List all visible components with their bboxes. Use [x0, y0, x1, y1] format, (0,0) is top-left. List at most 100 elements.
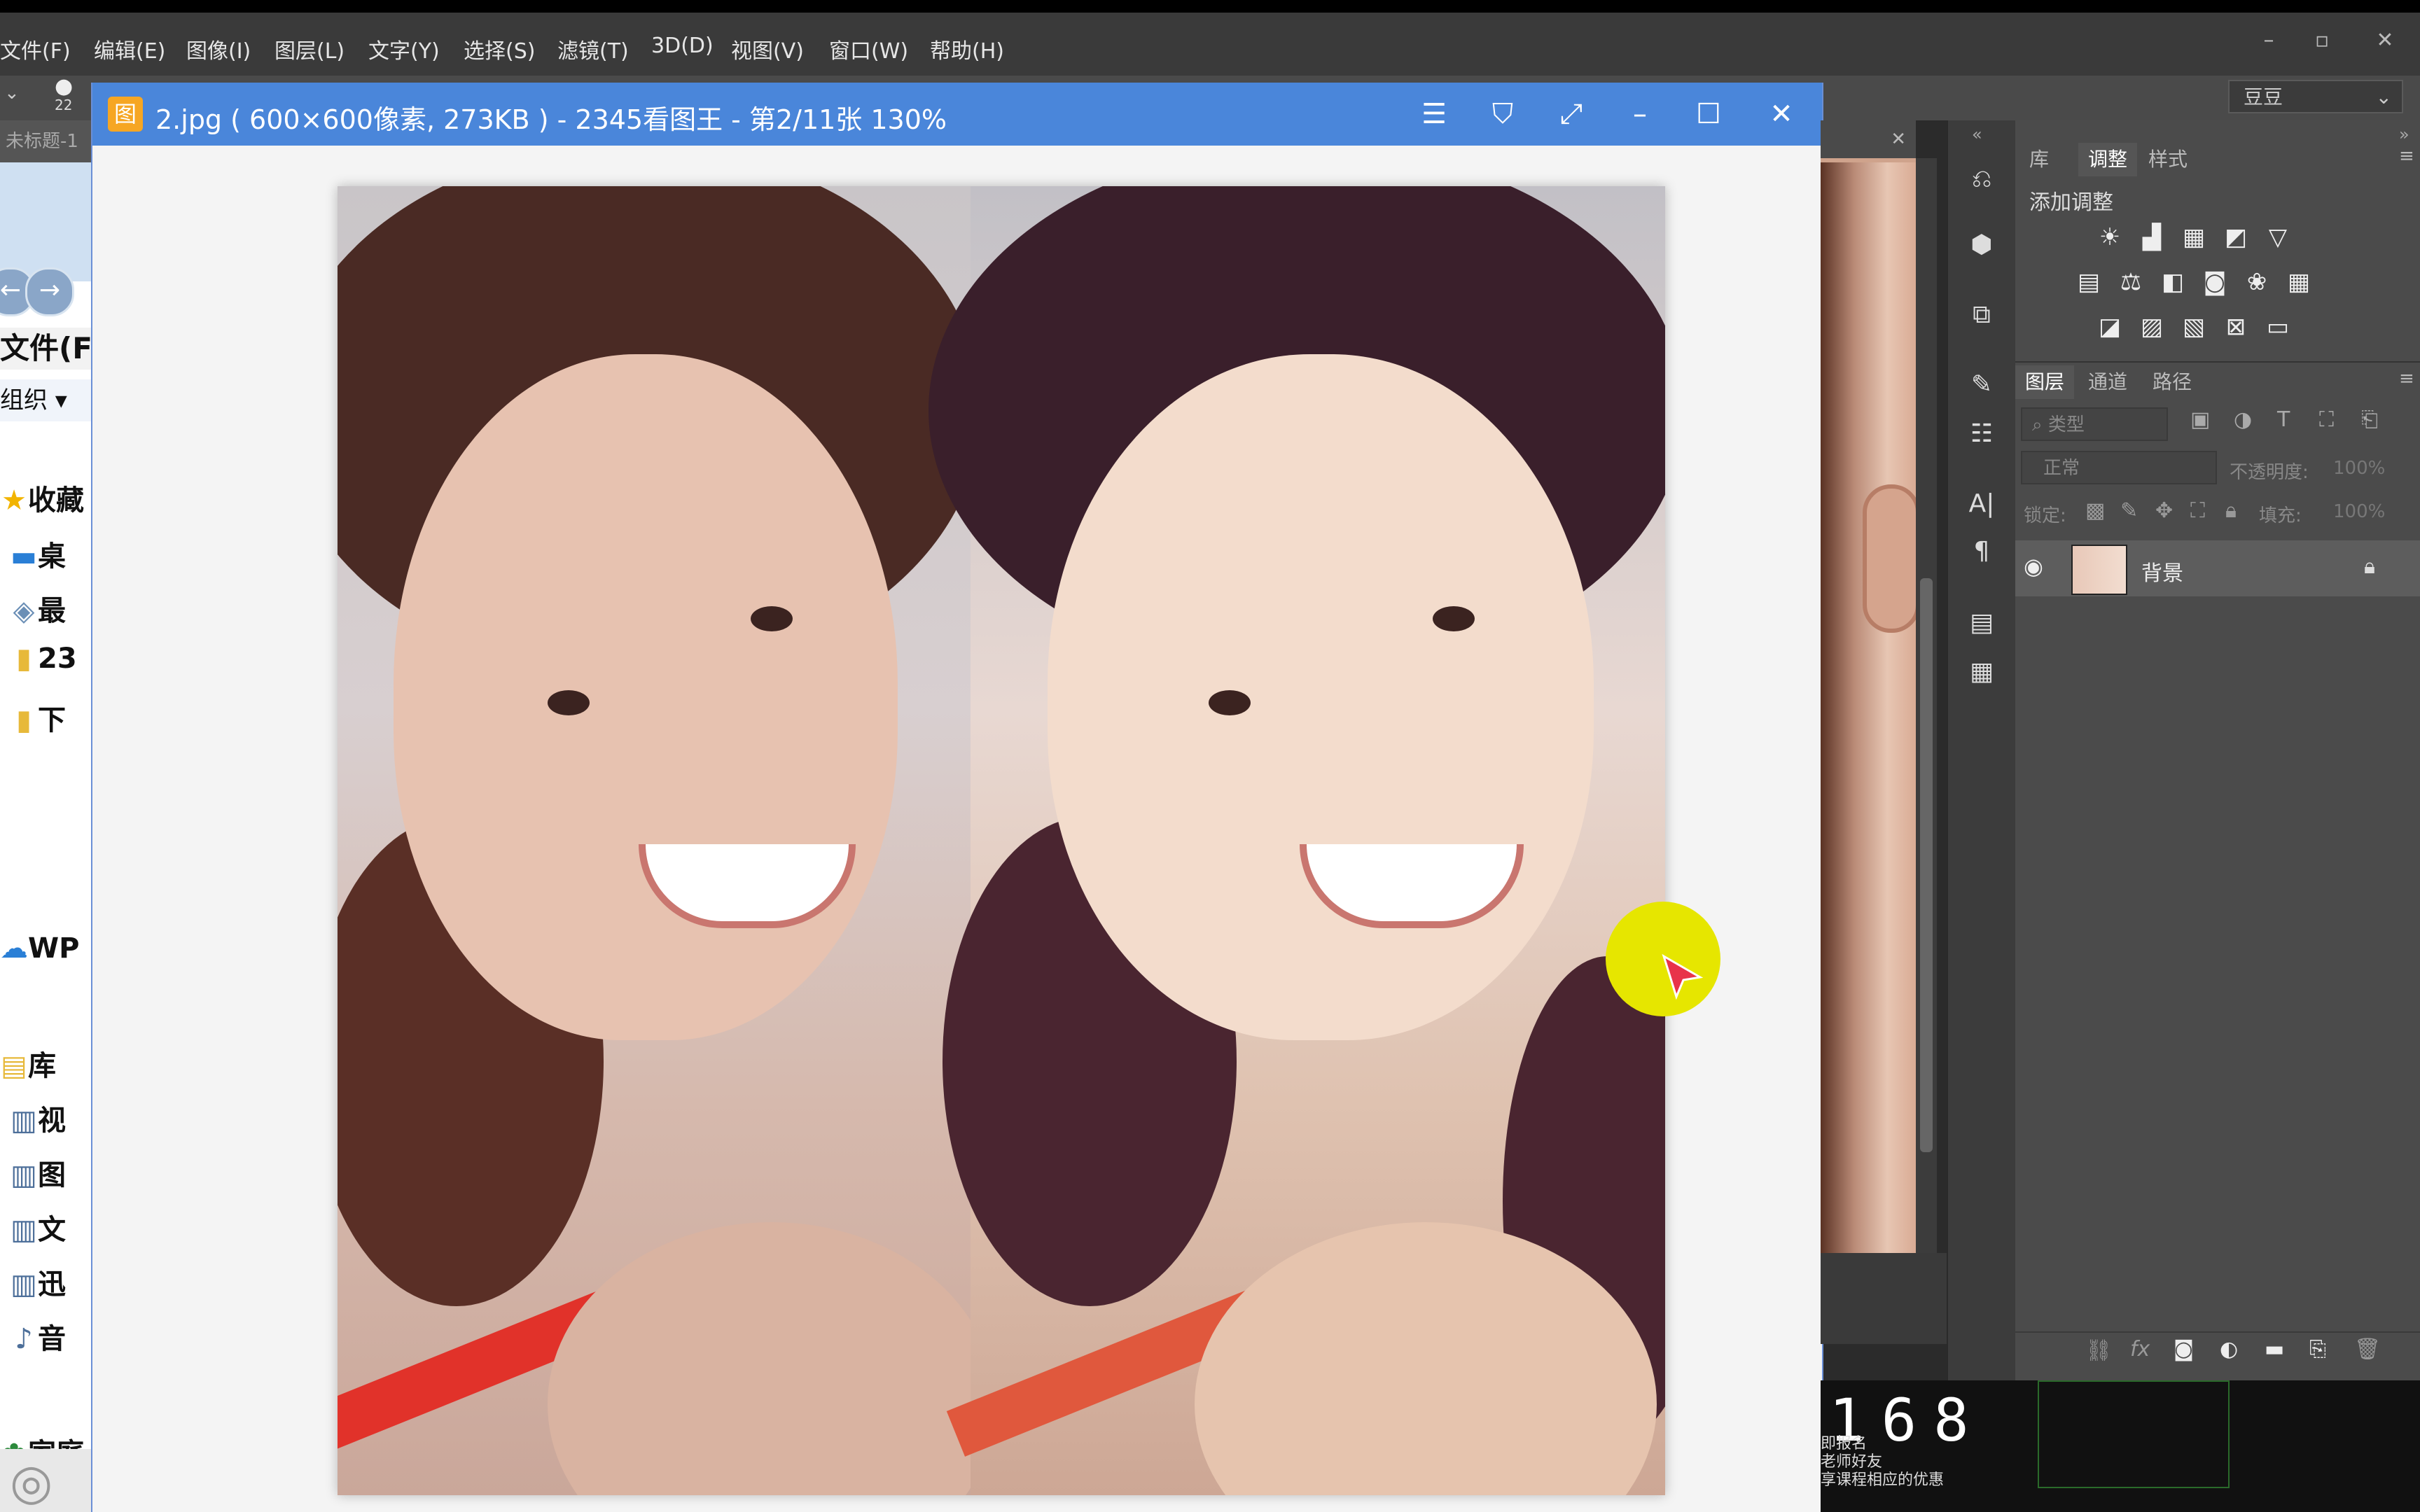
lock-artboard-icon[interactable]: ⛶: [2190, 498, 2205, 523]
tab-adjustments[interactable]: 调整: [2078, 143, 2138, 176]
tree-item-folder-23[interactable]: ▮ 23: [10, 643, 77, 675]
tree-item-pictures[interactable]: ▥图: [10, 1152, 66, 1193]
close-icon[interactable]: ✕: [1891, 129, 1906, 150]
scrollbar-thumb[interactable]: [1920, 578, 1933, 1152]
expand-icon[interactable]: »: [2399, 125, 2409, 144]
filter-type-icon[interactable]: T: [2277, 407, 2290, 432]
menu-edit[interactable]: 编辑(E): [94, 34, 165, 64]
maximize-icon[interactable]: ☐: [1686, 92, 1731, 136]
preset-select[interactable]: 豆豆 ⌄: [2228, 80, 2403, 113]
paragraph-icon[interactable]: ¶: [1961, 532, 2003, 571]
tab-layers[interactable]: 图层: [2015, 365, 2075, 399]
tab-libraries[interactable]: 库: [2029, 143, 2049, 176]
brightness-icon[interactable]: ☀: [2094, 221, 2126, 253]
panel-menu-icon[interactable]: ≡: [2399, 146, 2414, 167]
filter-shape-icon[interactable]: ⛶: [2319, 407, 2334, 432]
tree-item-music[interactable]: ♪ 音: [10, 1316, 66, 1357]
fx-icon[interactable]: fx: [2130, 1337, 2150, 1362]
brush-preview-icon[interactable]: ●: [55, 74, 73, 99]
filter-adjustment-icon[interactable]: ◑: [2234, 407, 2252, 432]
tree-item-downloads[interactable]: ▮ 下: [10, 697, 66, 738]
menu-file[interactable]: 文件(F): [0, 34, 71, 64]
history-icon[interactable]: ⎌: [1961, 160, 2003, 199]
menu-select[interactable]: 选择(S): [464, 34, 535, 64]
organize-button[interactable]: 组织 ▾: [0, 379, 91, 421]
exposure-icon[interactable]: ◩: [2220, 221, 2252, 253]
close-icon[interactable]: ✕: [1759, 92, 1804, 136]
levels-icon[interactable]: ▟: [2136, 221, 2168, 253]
character-icon[interactable]: A|: [1961, 484, 2003, 524]
tree-item-libraries[interactable]: ▤库: [0, 1043, 56, 1084]
menu-type[interactable]: 文字(Y): [368, 34, 440, 64]
displayed-image[interactable]: [338, 186, 1665, 1495]
tree-item-documents[interactable]: ▥文: [10, 1207, 66, 1247]
add-mask-icon[interactable]: ◙: [2174, 1337, 2194, 1362]
tree-item-desktop[interactable]: ▬桌: [10, 533, 66, 574]
layers-menu-icon[interactable]: ≡: [2399, 368, 2414, 389]
layer-row-background[interactable]: ◉ 背景 🔒︎: [2015, 540, 2420, 596]
menu-help[interactable]: 帮助(H): [930, 34, 1004, 64]
clone-source-icon[interactable]: ▤: [1961, 603, 2003, 643]
explorer-menu-file[interactable]: 文件(F): [0, 328, 91, 370]
new-adjustment-layer-icon[interactable]: ◐: [2220, 1337, 2238, 1362]
menu-view[interactable]: 视图(V): [731, 34, 804, 64]
invert-icon[interactable]: ◪: [2094, 311, 2126, 343]
new-layer-icon[interactable]: ⎘: [2309, 1337, 2326, 1362]
brush-icon[interactable]: ✎: [1961, 365, 2003, 405]
lock-paint-icon[interactable]: ✎: [2120, 498, 2138, 523]
hue-saturation-icon[interactable]: ▤: [2073, 266, 2105, 298]
ps-close-icon[interactable]: ✕: [2364, 28, 2406, 56]
link-layers-icon[interactable]: ⛓: [2085, 1338, 2112, 1363]
canvas-scrollbar[interactable]: [1916, 158, 1937, 1341]
menu-3d[interactable]: 3D(D): [651, 34, 714, 58]
collapse-icon[interactable]: «: [1972, 125, 1982, 144]
lock-move-icon[interactable]: ✥: [2155, 498, 2173, 523]
vibrance-icon[interactable]: ▽: [2262, 221, 2294, 253]
trash-icon[interactable]: 🗑︎: [2354, 1337, 2381, 1362]
ps-document-tab[interactable]: 未标题-1: [0, 120, 91, 162]
menu-image[interactable]: 图像(I): [186, 34, 251, 64]
3d-icon[interactable]: ⬢: [1961, 225, 2003, 265]
selective-color-icon[interactable]: ⊠: [2220, 311, 2252, 343]
tree-item-wps-cloud[interactable]: ☁WP: [0, 932, 79, 965]
blend-mode-select[interactable]: 正常: [2021, 451, 2217, 484]
tree-item-videos[interactable]: ▥视: [10, 1098, 66, 1138]
color-balance-icon[interactable]: ⚖: [2115, 266, 2147, 298]
lock-all-icon[interactable]: 🔒︎: [2225, 498, 2237, 523]
tab-paths[interactable]: 路径: [2153, 365, 2192, 399]
ps-canvas[interactable]: [1821, 120, 1916, 1253]
menu-window[interactable]: 窗口(W): [829, 34, 908, 64]
skin-shirt-icon[interactable]: ⛉: [1480, 92, 1525, 136]
ps-restore-icon[interactable]: ▫: [2301, 28, 2343, 56]
filter-pixel-icon[interactable]: ▣: [2190, 407, 2210, 432]
eye-visibility-icon[interactable]: ◉: [2024, 553, 2043, 580]
ps-minimize-icon[interactable]: –: [2248, 28, 2290, 56]
tab-channels[interactable]: 通道: [2088, 365, 2127, 399]
curves-icon[interactable]: ▦: [2178, 221, 2210, 253]
navigator-icon[interactable]: ⧉: [1961, 295, 2003, 335]
tree-item-recent[interactable]: ◈ 最: [10, 588, 66, 629]
tab-styles[interactable]: 样式: [2148, 143, 2188, 176]
fill-value[interactable]: 100%: [2333, 501, 2385, 522]
minimize-icon[interactable]: –: [1618, 92, 1662, 136]
posterize-icon[interactable]: ▨: [2136, 311, 2168, 343]
fullscreen-icon[interactable]: ⤢: [1549, 92, 1594, 136]
menu-filter[interactable]: 滤镜(T): [557, 34, 629, 64]
tree-item-xunlei[interactable]: ▥迅: [10, 1261, 66, 1302]
photo-filter-icon[interactable]: ◙: [2199, 266, 2231, 298]
color-lookup-icon[interactable]: ▦: [2283, 266, 2315, 298]
ps-doc-tab-close[interactable]: ✕: [1821, 120, 1916, 158]
filter-smart-object-icon[interactable]: ⎗: [2361, 407, 2378, 432]
taskbar-thumbnail[interactable]: ◎: [0, 1449, 91, 1512]
threshold-icon[interactable]: ▧: [2178, 311, 2210, 343]
gradient-map-icon[interactable]: ▭: [2262, 311, 2294, 343]
notes-icon[interactable]: ▦: [1961, 652, 2003, 692]
menu-icon[interactable]: ☰: [1412, 92, 1456, 136]
black-white-icon[interactable]: ◧: [2157, 266, 2189, 298]
viewer-titlebar[interactable]: 图 2.jpg ( 600×600像素, 273KB ) - 2345看图王 -…: [92, 83, 1822, 146]
tree-item-favorites[interactable]: ★收藏: [0, 477, 84, 518]
new-group-icon[interactable]: ▬: [2265, 1337, 2284, 1362]
filter-kind-select[interactable]: ⌕ 类型: [2021, 407, 2168, 441]
lock-transparent-icon[interactable]: ▩: [2085, 498, 2105, 523]
tool-preset-chevron-icon[interactable]: ⌄: [4, 83, 20, 104]
